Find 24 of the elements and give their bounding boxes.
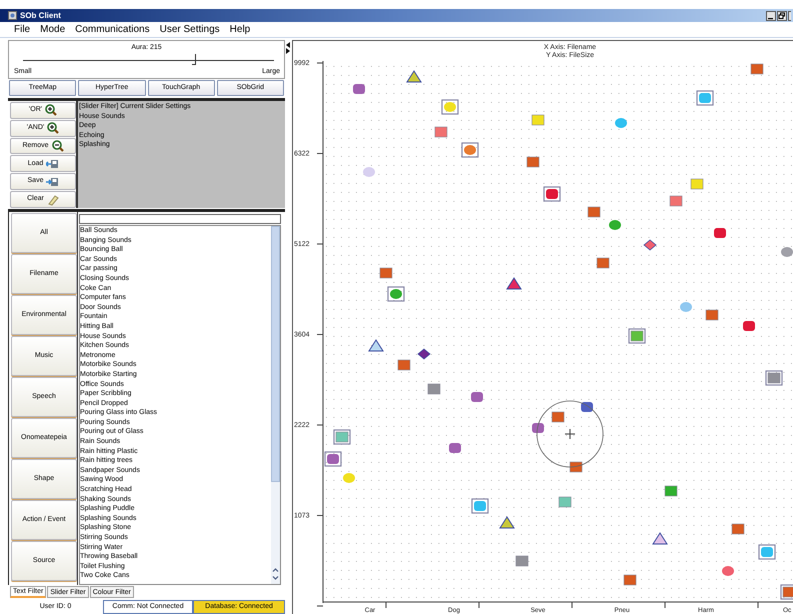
search-field[interactable] xyxy=(79,214,281,224)
menu-item[interactable]: File xyxy=(14,24,30,34)
arrow-disk-icon xyxy=(46,176,58,188)
eraser-icon xyxy=(46,194,59,206)
magnifier-minus-icon xyxy=(52,140,64,152)
menu-item[interactable]: Help xyxy=(230,24,250,34)
menu-item[interactable]: User Settings xyxy=(160,24,220,34)
magnifier-plus-icon xyxy=(45,104,58,116)
menu-item[interactable]: Communications xyxy=(75,24,150,34)
slider-thumb[interactable] xyxy=(192,54,196,65)
collapse-arrows-icon[interactable] xyxy=(286,42,291,54)
arrow-disk-icon xyxy=(46,158,58,170)
restore-icon[interactable] xyxy=(777,10,787,20)
aura-circle[interactable] xyxy=(536,400,604,468)
magnifier-plus-icon xyxy=(47,122,60,134)
slider-track[interactable] xyxy=(23,54,274,66)
minimize-icon[interactable] xyxy=(766,10,776,20)
scrollbar-thumb[interactable] xyxy=(271,226,280,482)
scroll-down-icon[interactable] xyxy=(271,574,280,582)
menu-item[interactable]: Mode xyxy=(40,24,66,34)
app-icon xyxy=(8,11,17,20)
window-title: SOb Client xyxy=(20,12,61,20)
scroll-up-icon[interactable] xyxy=(271,566,280,574)
scrollbar[interactable] xyxy=(271,226,280,584)
